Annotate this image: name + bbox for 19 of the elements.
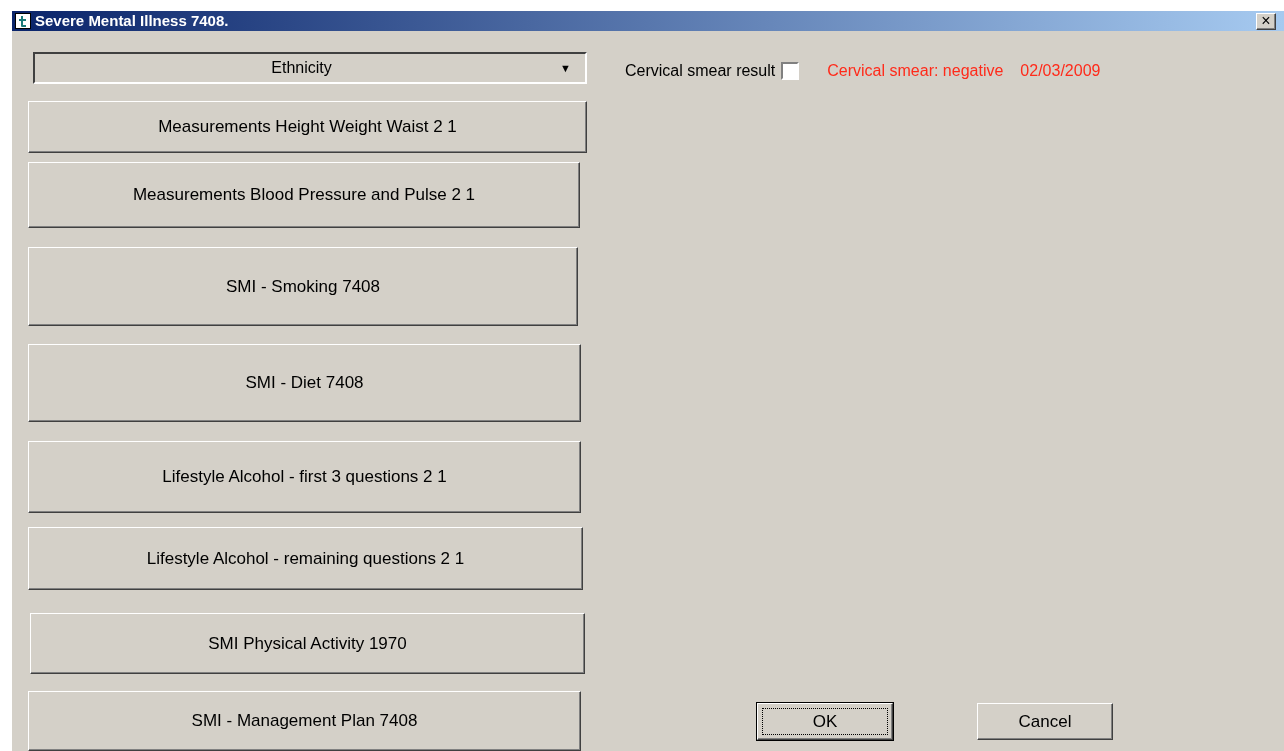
cervical-smear-date: 02/03/2009 — [1020, 61, 1101, 81]
form-button[interactable]: SMI - Smoking 7408 — [28, 247, 578, 326]
window-title: Severe Mental Illness 7408. — [35, 10, 229, 31]
form-button[interactable]: SMI Physical Activity 1970 — [30, 613, 585, 674]
form-button[interactable]: Lifestyle Alcohol - first 3 questions 2 1 — [28, 441, 581, 513]
form-button[interactable]: SMI - Management Plan 7408 — [28, 691, 581, 751]
cervical-smear-label: Cervical smear result — [625, 61, 776, 81]
form-button[interactable]: SMI - Diet 7408 — [28, 344, 581, 422]
close-button[interactable]: × — [1256, 12, 1276, 30]
cervical-smear-checkbox[interactable] — [781, 62, 800, 80]
form-button[interactable]: Lifestyle Alcohol - remaining questions 2 1 — [28, 527, 583, 590]
cervical-smear-result: Cervical smear: negative — [827, 61, 1004, 81]
ethnicity-dropdown[interactable]: Ethnicity ▼ — [33, 52, 587, 84]
dialog-button[interactable]: OK — [757, 703, 893, 740]
caret-icon: ▼ — [560, 59, 571, 77]
app-icon — [15, 13, 31, 29]
form-button[interactable]: Measurements Blood Pressure and Pulse 2 1 — [28, 162, 580, 228]
form-button[interactable]: Measurements Height Weight Waist 2 1 — [28, 101, 587, 153]
dialog-button[interactable]: Cancel — [977, 703, 1113, 740]
